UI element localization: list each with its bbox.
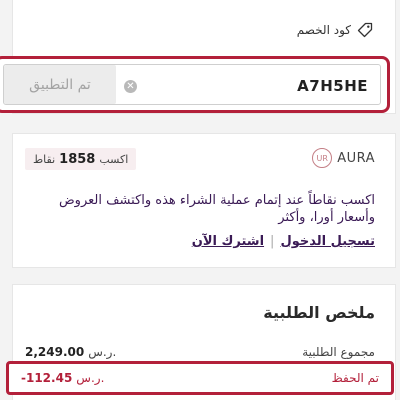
signup-link[interactable]: اشترك الآن bbox=[192, 234, 264, 249]
subtotal-amount: 2,249.00 ر.س. bbox=[25, 345, 116, 359]
clear-icon[interactable]: ✕ bbox=[124, 80, 137, 93]
tag-icon bbox=[357, 22, 373, 38]
subtotal-row: مجموع الطلبية 2,249.00 ر.س. bbox=[25, 345, 375, 359]
saving-amount: -112.45 ر.س. bbox=[21, 371, 104, 385]
saving-value: -112.45 bbox=[21, 371, 73, 385]
subtotal-currency: ر.س. bbox=[88, 345, 117, 359]
aura-section: UR AURA اكسب 1858 نقاط اكسب نقاطاً عند إ… bbox=[12, 133, 396, 268]
link-separator: | bbox=[270, 234, 275, 249]
saving-currency: ر.س. bbox=[76, 371, 105, 385]
discount-code-field-highlight: A7H5HE ✕ تم التطبيق bbox=[0, 56, 390, 113]
aura-logo-icon: UR bbox=[312, 148, 333, 168]
points-prefix: اكسب bbox=[99, 152, 129, 166]
saving-row-highlight: تم الحفظ -112.45 ر.س. bbox=[6, 361, 394, 395]
aura-logo: UR AURA bbox=[312, 148, 375, 168]
discount-label-row: كود الخصم bbox=[297, 22, 373, 38]
discount-code-input[interactable]: A7H5HE ✕ تم التطبيق bbox=[3, 64, 381, 105]
aura-brand: AURA bbox=[337, 150, 375, 166]
points-suffix: نقاط bbox=[33, 152, 56, 166]
summary-title: ملخص الطلبية bbox=[263, 303, 375, 322]
login-link[interactable]: تسجيل الدخول bbox=[280, 234, 375, 249]
saving-row: تم الحفظ -112.45 ر.س. bbox=[21, 371, 379, 385]
points-value: 1858 bbox=[59, 151, 96, 167]
aura-description: اكسب نقاطاً عند إتمام عملية الشراء هذه و… bbox=[58, 193, 375, 225]
aura-links: تسجيل الدخول | اشترك الآن bbox=[192, 234, 375, 249]
subtotal-label: مجموع الطلبية bbox=[302, 345, 375, 359]
discount-code-value[interactable]: A7H5HE bbox=[297, 77, 368, 95]
saving-label: تم الحفظ bbox=[331, 371, 379, 385]
subtotal-value: 2,249.00 bbox=[25, 345, 85, 359]
apply-button[interactable]: تم التطبيق bbox=[4, 65, 116, 104]
points-badge: اكسب 1858 نقاط bbox=[25, 148, 137, 170]
discount-label: كود الخصم bbox=[296, 23, 351, 37]
